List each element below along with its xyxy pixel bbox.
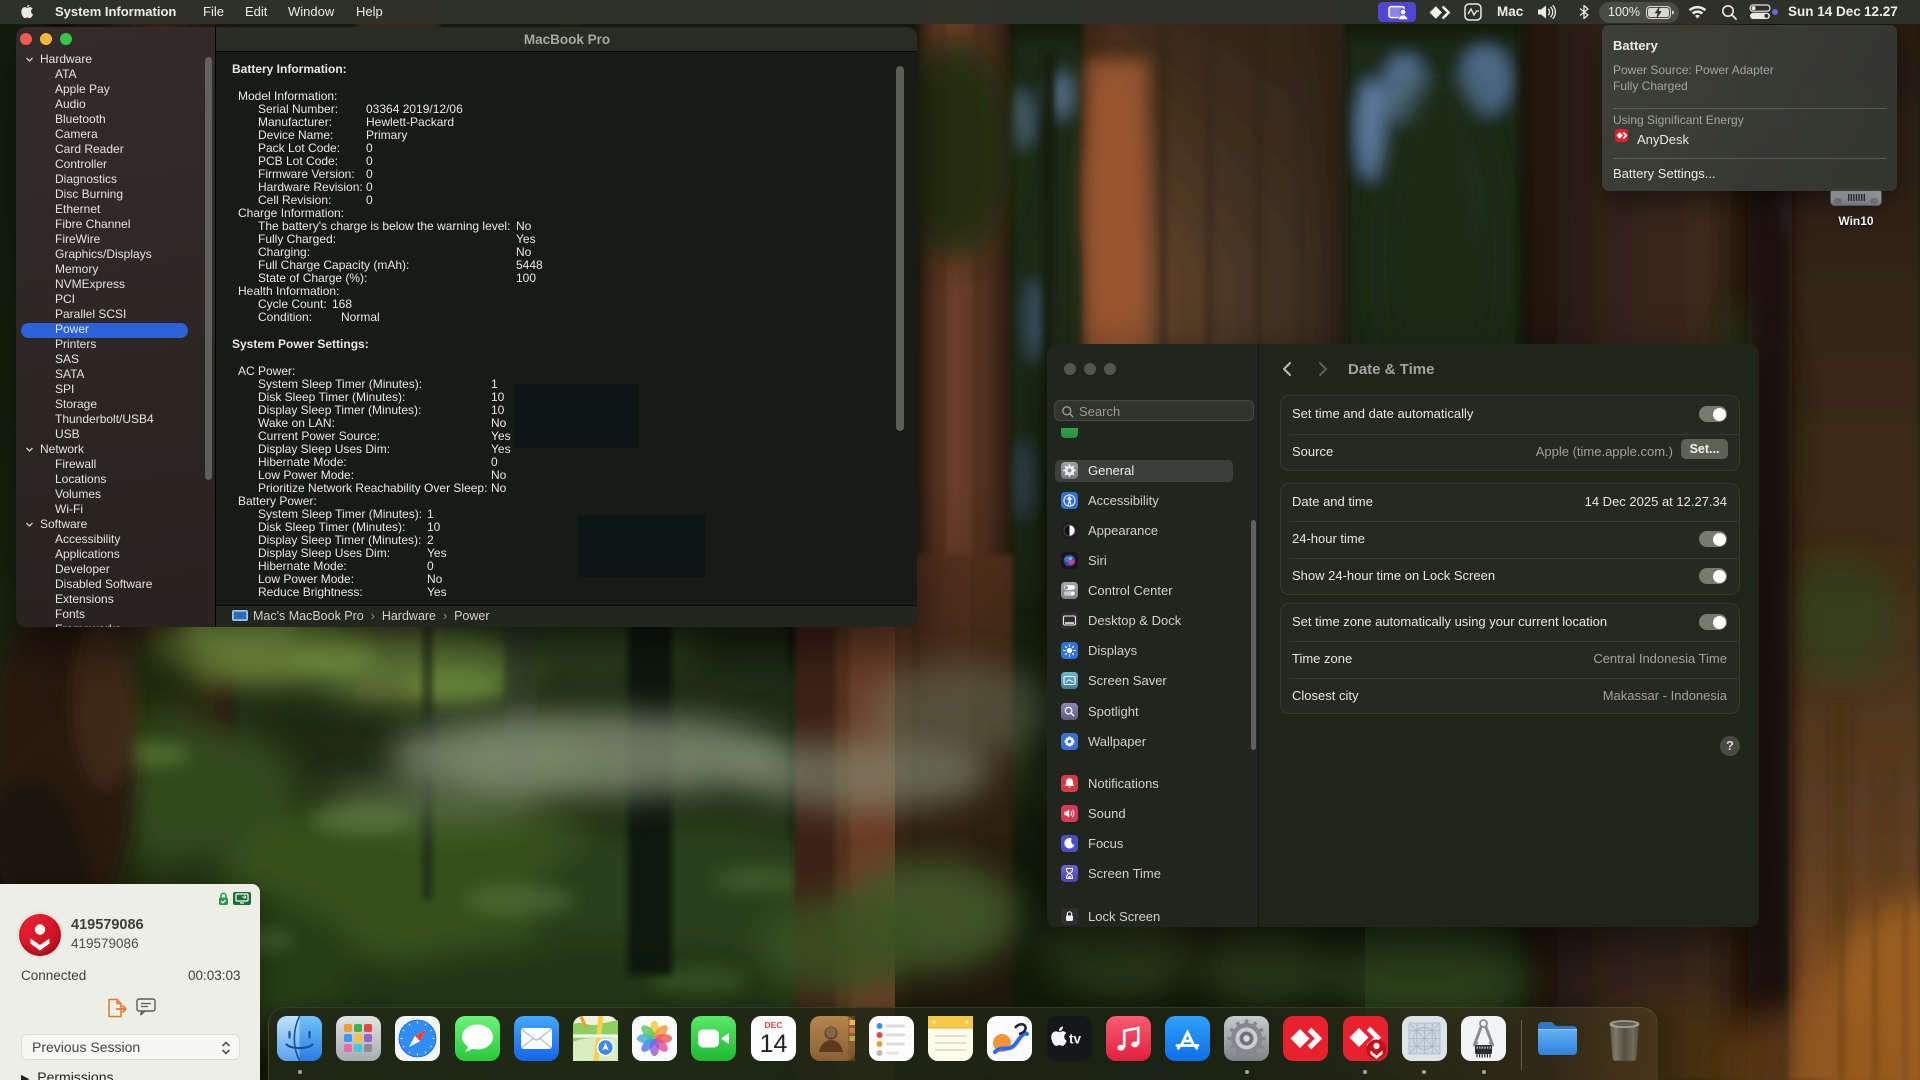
svg-text:14: 14 [759,1030,787,1058]
svg-text:tv: tv [1069,1032,1081,1047]
svg-text:DEC: DEC [764,1020,782,1030]
